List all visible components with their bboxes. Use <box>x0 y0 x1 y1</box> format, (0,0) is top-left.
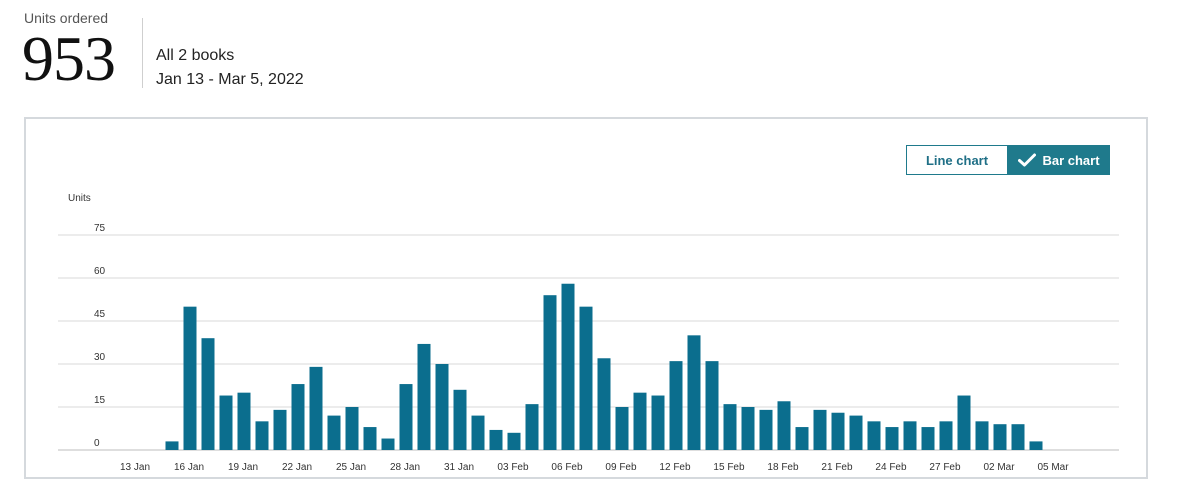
y-tick-label: 30 <box>94 352 106 363</box>
bar <box>993 424 1007 450</box>
bar <box>489 429 503 450</box>
x-tick-label: 16 Jan <box>174 462 204 473</box>
bar <box>273 409 287 450</box>
bar <box>633 392 647 450</box>
bar <box>525 404 539 450</box>
bar <box>975 421 989 450</box>
bar <box>669 361 683 450</box>
bar <box>705 361 719 450</box>
x-tick-label: 28 Jan <box>390 462 420 473</box>
date-range: Jan 13 - Mar 5, 2022 <box>156 71 304 88</box>
x-tick-label: 03 Feb <box>497 462 529 473</box>
y-tick-label: 75 <box>94 223 106 234</box>
x-tick-label: 09 Feb <box>605 462 637 473</box>
x-tick-label: 18 Feb <box>767 462 799 473</box>
bar <box>957 395 971 450</box>
x-tick-label: 05 Mar <box>1037 462 1069 473</box>
units-ordered-value: 953 <box>22 23 116 94</box>
bar <box>381 438 395 450</box>
bar <box>363 427 377 450</box>
bar <box>471 415 485 450</box>
bar <box>795 427 809 450</box>
book-scope: All 2 books <box>156 47 235 64</box>
x-tick-label: 22 Jan <box>282 462 312 473</box>
chart-panel: Line chart Bar chart Units 0 15 30 45 60 75 13 … <box>24 117 1148 479</box>
x-tick-label: 24 Feb <box>875 462 907 473</box>
bar <box>1029 441 1043 450</box>
bar <box>219 395 233 450</box>
bar <box>543 295 557 450</box>
y-tick-label: 45 <box>94 309 106 320</box>
bar <box>201 338 215 450</box>
x-tick-label: 19 Jan <box>228 462 258 473</box>
bar <box>723 404 737 450</box>
bar <box>759 409 773 450</box>
x-tick-label: 27 Feb <box>929 462 961 473</box>
x-tick-label: 02 Mar <box>983 462 1015 473</box>
x-tick-label: 12 Feb <box>659 462 691 473</box>
bar <box>255 421 269 450</box>
bar <box>435 364 449 450</box>
bar <box>399 384 413 450</box>
x-tick-label: 31 Jan <box>444 462 474 473</box>
bar <box>327 415 341 450</box>
bar <box>867 421 881 450</box>
bar <box>615 407 629 450</box>
bar <box>921 427 935 450</box>
bar <box>849 415 863 450</box>
bar <box>939 421 953 450</box>
y-tick-label: 0 <box>94 438 100 449</box>
bar <box>417 343 431 450</box>
bar <box>651 395 665 450</box>
x-tick-label: 13 Jan <box>120 462 150 473</box>
bar <box>345 407 359 450</box>
bar <box>453 389 467 450</box>
bar <box>1011 424 1025 450</box>
bar <box>561 283 575 450</box>
bar <box>903 421 917 450</box>
bar <box>507 432 521 450</box>
bar <box>309 366 323 450</box>
bar <box>291 384 305 450</box>
bar <box>237 392 251 450</box>
bar <box>741 407 755 450</box>
bar <box>687 335 701 450</box>
x-tick-label: 15 Feb <box>713 462 745 473</box>
bar <box>831 412 845 450</box>
bar <box>777 401 791 450</box>
y-tick-label: 60 <box>94 266 106 277</box>
units-bar-chart: Units 0 15 30 45 60 75 13 Jan 16 Jan 19 Jan 22 Jan… <box>58 193 1119 473</box>
bar <box>813 409 827 450</box>
bar <box>183 306 197 450</box>
y-axis-label: Units <box>68 193 91 204</box>
bar <box>885 427 899 450</box>
bar <box>579 306 593 450</box>
summary-divider <box>142 18 143 88</box>
x-tick-label: 06 Feb <box>551 462 583 473</box>
y-tick-label: 15 <box>94 395 106 406</box>
x-tick-label: 21 Feb <box>821 462 853 473</box>
x-tick-label: 25 Jan <box>336 462 366 473</box>
bar <box>165 441 179 450</box>
bar <box>597 358 611 450</box>
